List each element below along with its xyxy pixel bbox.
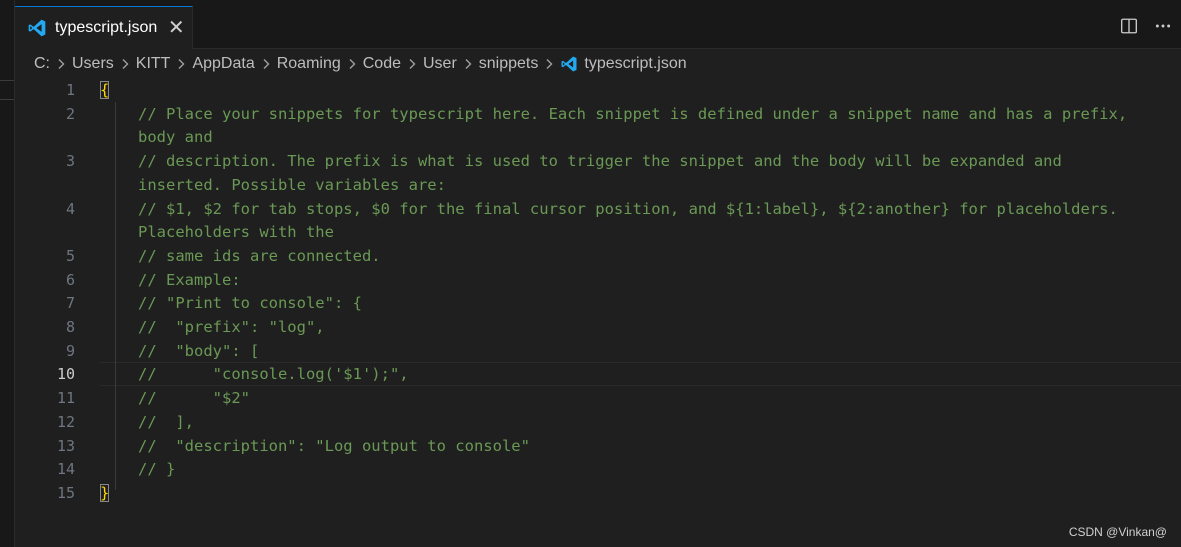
chevron-right-icon	[463, 58, 473, 70]
chevron-right-icon	[544, 58, 554, 70]
comment-token: // Place your snippets for typescript he…	[138, 104, 1128, 123]
comment-token: // "console.log('$1');",	[138, 365, 409, 384]
line-number: 12	[56, 412, 75, 431]
chevron-right-icon	[407, 58, 417, 70]
comment-token: // "description": "Log output to console…	[138, 436, 530, 455]
breadcrumb-item[interactable]: User	[423, 55, 457, 73]
comment-token: // description. The prefix is what is us…	[138, 152, 1062, 171]
strip-marker	[0, 80, 14, 100]
breadcrumb-item[interactable]: Roaming	[277, 55, 341, 73]
breadcrumb-file[interactable]: typescript.json	[584, 55, 686, 73]
line-number: 10	[56, 365, 75, 384]
activity-strip	[0, 0, 15, 547]
editor-area[interactable]: 1 2 3 4 5 6 7 8 9 10 11 12 13 14 15 {// Place your sni…	[15, 78, 1181, 547]
chevron-right-icon	[347, 58, 357, 70]
comment-token: // same ids are connected.	[138, 246, 381, 265]
chevron-right-icon	[56, 58, 66, 70]
chevron-right-icon	[120, 58, 130, 70]
vscode-icon	[27, 18, 47, 38]
chevron-right-icon	[176, 58, 186, 70]
code-line: // "console.log('$1');",	[138, 364, 1181, 384]
line-number: 11	[56, 389, 75, 408]
breadcrumb-item[interactable]: C:	[34, 55, 50, 73]
brace-token: }	[100, 483, 110, 502]
split-editor-icon[interactable]	[1117, 14, 1141, 38]
code-line: // Example:	[138, 270, 1181, 290]
indent-guide	[115, 102, 116, 490]
chevron-right-icon	[261, 58, 271, 70]
comment-token: // "Print to console": {	[138, 294, 362, 313]
editor-actions	[1117, 14, 1181, 38]
code-line: // same ids are connected.	[138, 246, 1181, 266]
code-line: // Place your snippets for typescript he…	[138, 104, 1181, 124]
breadcrumb: C: Users KITT AppData Roaming Code User snippet…	[34, 52, 687, 76]
line-number: 2	[65, 104, 75, 123]
code-line-wrap: Placeholders with the	[138, 222, 1181, 242]
comment-token: Placeholders with the	[138, 223, 334, 242]
line-number: 6	[65, 270, 75, 289]
breadcrumb-item[interactable]: Code	[363, 55, 401, 73]
code-line: // description. The prefix is what is us…	[138, 151, 1181, 171]
line-number: 14	[56, 460, 75, 479]
code-line: }	[100, 483, 1181, 503]
tab-typescript-json[interactable]: typescript.json ✕	[15, 6, 193, 49]
code-line: // "body": [	[138, 341, 1181, 361]
line-number: 7	[65, 294, 75, 313]
comment-token: inserted. Possible variables are:	[138, 175, 446, 194]
code-line-wrap: body and	[138, 127, 1181, 147]
line-number: 5	[65, 246, 75, 265]
line-number: 1	[65, 81, 75, 99]
breadcrumb-item[interactable]: KITT	[136, 55, 171, 73]
code-line: // "description": "Log output to console…	[138, 436, 1181, 456]
comment-token: // }	[138, 460, 176, 479]
brace-token: {	[100, 81, 110, 99]
code-line: // }	[138, 459, 1181, 479]
tab-label: typescript.json	[55, 19, 158, 36]
line-number: 3	[65, 152, 75, 171]
comment-token: // "$2"	[138, 389, 250, 408]
comment-token: // "body": [	[138, 341, 260, 360]
comment-token: // "prefix": "log",	[138, 318, 325, 336]
comment-token: // ],	[138, 412, 194, 431]
line-number: 15	[56, 483, 75, 502]
line-number: 8	[65, 318, 75, 336]
more-actions-icon[interactable]	[1151, 14, 1175, 38]
breadcrumb-item[interactable]: AppData	[192, 55, 254, 73]
comment-token: // Example:	[138, 270, 241, 289]
close-tab-icon[interactable]: ✕	[166, 18, 186, 38]
line-number: 13	[56, 436, 75, 455]
code-line-wrap: inserted. Possible variables are:	[138, 175, 1181, 195]
comment-token: body and	[138, 128, 213, 147]
code-line: // "$2"	[138, 388, 1181, 408]
line-number: 9	[65, 341, 75, 360]
code-line: // $1, $2 for tab stops, $0 for the fina…	[138, 199, 1181, 219]
comment-token: // $1, $2 for tab stops, $0 for the fina…	[138, 199, 1118, 218]
breadcrumb-item[interactable]: snippets	[479, 55, 539, 73]
breadcrumb-item[interactable]: Users	[72, 55, 114, 73]
watermark: CSDN @Vinkan@	[1068, 525, 1167, 539]
code-line: // "prefix": "log",	[138, 317, 1181, 337]
tab-bar: typescript.json ✕	[15, 0, 1181, 49]
code-line: {	[100, 80, 1181, 100]
code-line: // ],	[138, 412, 1181, 432]
line-number: 4	[65, 199, 75, 218]
code-line: // "Print to console": {	[138, 293, 1181, 313]
vscode-file-icon	[560, 55, 578, 73]
